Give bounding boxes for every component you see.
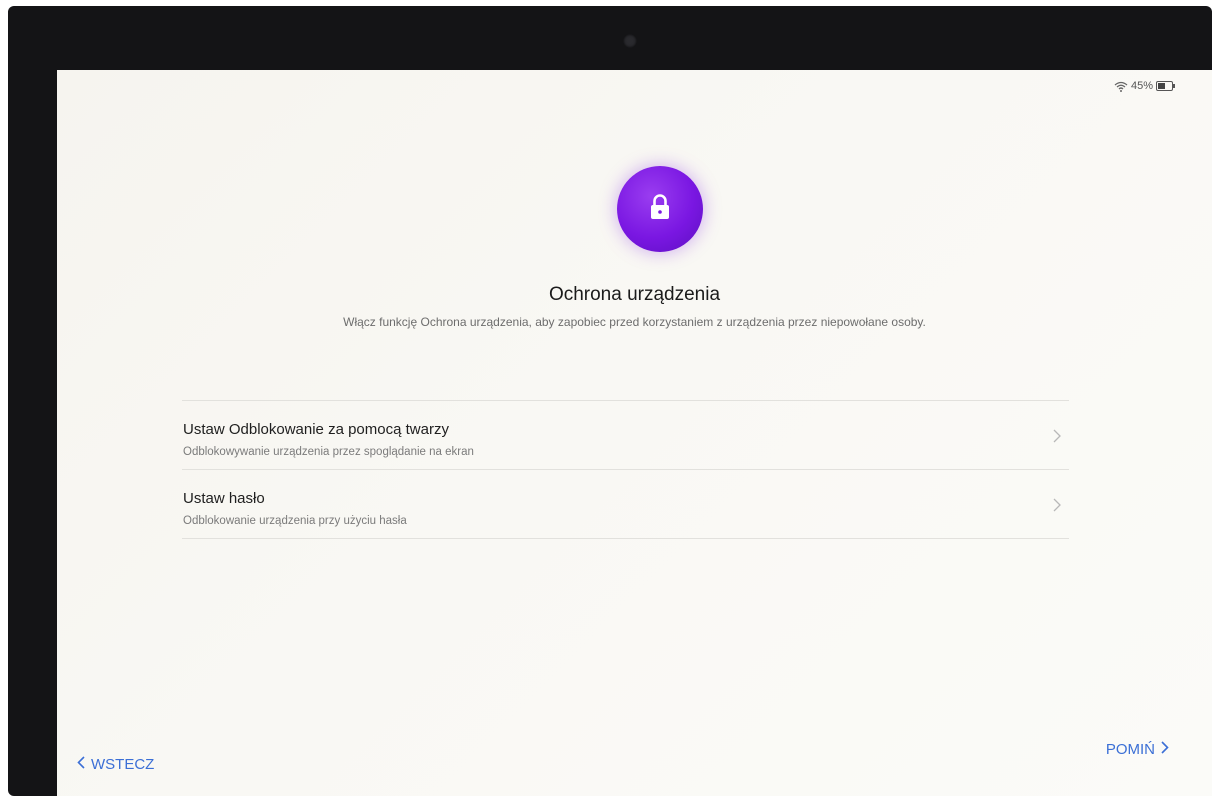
back-button[interactable]: WSTECZ xyxy=(77,756,154,773)
screen: 45% Ochrona urządzenia Włącz funkcję Och… xyxy=(57,70,1212,796)
option-description: Odblokowywanie urządzenia przez spogląda… xyxy=(183,446,474,458)
divider xyxy=(182,538,1069,539)
chevron-right-icon xyxy=(1161,741,1169,758)
option-title: Ustaw Odblokowanie za pomocą twarzy xyxy=(183,421,449,438)
chevron-right-icon xyxy=(1053,429,1061,448)
skip-button[interactable]: POMIŃ xyxy=(1106,741,1169,758)
face-unlock-option[interactable]: Ustaw Odblokowanie za pomocą twarzy Odbl… xyxy=(182,401,1069,469)
skip-button-label: POMIŃ xyxy=(1105,741,1155,758)
password-option[interactable]: Ustaw hasło Odblokowanie urządzenia przy… xyxy=(182,470,1069,538)
front-camera xyxy=(623,34,637,48)
battery-icon xyxy=(1156,81,1176,91)
chevron-left-icon xyxy=(77,756,85,773)
status-bar: 45% xyxy=(1114,80,1176,92)
back-button-label: WSTECZ xyxy=(91,756,155,773)
option-title: Ustaw hasło xyxy=(183,490,265,507)
option-description: Odblokowanie urządzenia przy użyciu hasł… xyxy=(183,515,407,527)
device-protection-badge xyxy=(617,166,703,252)
battery-percentage: 45% xyxy=(1130,80,1153,92)
page-subtitle: Włącz funkcję Ochrona urządzenia, aby za… xyxy=(343,315,926,329)
lock-icon xyxy=(648,193,672,226)
wifi-icon xyxy=(1114,81,1128,92)
page-title: Ochrona urządzenia xyxy=(548,284,721,305)
chevron-right-icon xyxy=(1053,498,1061,517)
security-options-list: Ustaw Odblokowanie za pomocą twarzy Odbl… xyxy=(182,400,1069,539)
